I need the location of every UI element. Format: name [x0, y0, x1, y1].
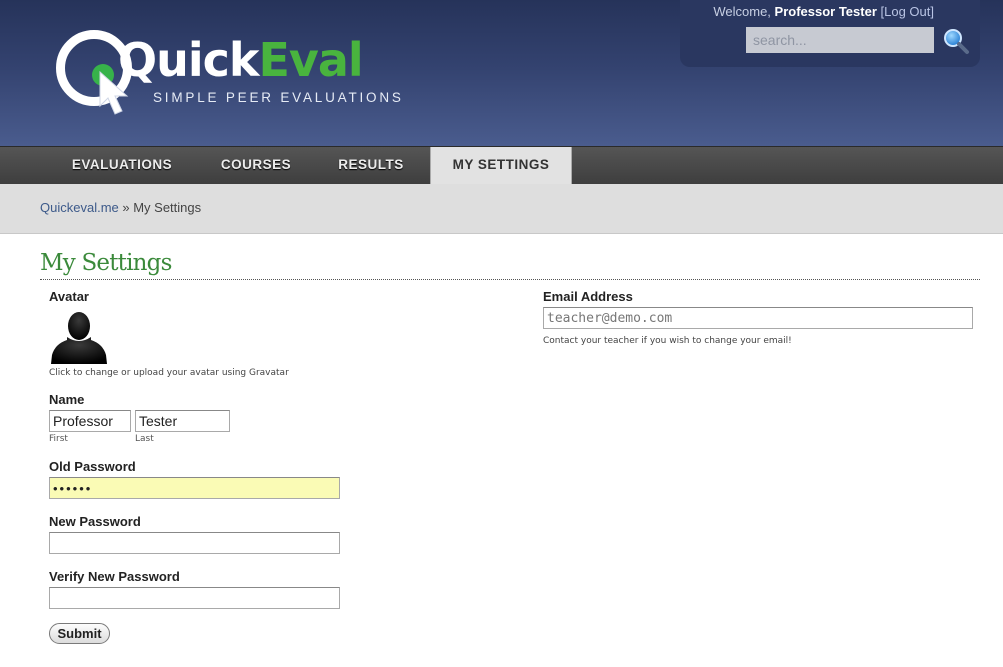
user-panel: Welcome, Professor Tester [Log Out] [680, 0, 980, 67]
welcome-text: Welcome, Professor Tester [Log Out] [713, 4, 934, 19]
last-name-sublabel: Last [135, 434, 154, 444]
avatar-label: Avatar [49, 289, 89, 304]
new-password-field[interactable] [49, 532, 340, 554]
submit-button[interactable]: Submit [49, 623, 110, 644]
email-label: Email Address [543, 289, 633, 304]
page-title: My Settings [40, 250, 172, 276]
welcome-prefix: Welcome, [713, 4, 775, 19]
nav-tab-results[interactable]: RESULTS [326, 147, 416, 185]
email-field[interactable] [543, 307, 973, 329]
user-name: Professor Tester [774, 4, 877, 19]
title-divider [40, 279, 980, 280]
old-password-field[interactable] [49, 477, 340, 499]
nav-tab-courses[interactable]: COURSES [204, 147, 308, 185]
verify-password-label: Verify New Password [49, 569, 180, 584]
avatar[interactable] [51, 309, 107, 364]
search-button[interactable] [942, 27, 970, 55]
breadcrumb-current: My Settings [133, 200, 202, 215]
new-password-label: New Password [49, 514, 141, 529]
breadcrumb: Quickeval.me » My Settings [40, 200, 201, 215]
email-hint: Contact your teacher if you wish to chan… [543, 336, 792, 346]
avatar-hint: Click to change or upload your avatar us… [49, 368, 289, 378]
search-input[interactable] [746, 27, 934, 53]
main-nav: EVALUATIONS COURSES RESULTS MY SETTINGS [0, 146, 1003, 185]
breadcrumb-bar: Quickeval.me » My Settings [0, 184, 1003, 234]
avatar-silhouette-icon [51, 312, 107, 364]
name-label: Name [49, 392, 85, 407]
first-name-sublabel: First [49, 434, 68, 444]
logo-wordmark: QuickEval [118, 33, 364, 87]
verify-password-field[interactable] [49, 587, 340, 609]
nav-tab-evaluations[interactable]: EVALUATIONS [60, 147, 184, 185]
logout-link[interactable]: [Log Out] [881, 4, 934, 19]
site-header: QuickEval SIMPLE PEER EVALUATIONS Welcom… [0, 0, 1003, 146]
old-password-label: Old Password [49, 459, 136, 474]
breadcrumb-home-link[interactable]: Quickeval.me [40, 200, 119, 215]
nav-tab-my-settings[interactable]: MY SETTINGS [430, 147, 572, 185]
breadcrumb-separator: » [118, 200, 134, 215]
last-name-field[interactable] [135, 410, 230, 432]
logo-tagline: SIMPLE PEER EVALUATIONS [153, 90, 404, 105]
logo-word-eval: Eval [258, 33, 363, 87]
logo-word-quick: Quick [118, 33, 259, 87]
quickeval-logo[interactable]: QuickEval SIMPLE PEER EVALUATIONS [56, 28, 401, 116]
magnifier-icon [944, 29, 969, 54]
first-name-field[interactable] [49, 410, 131, 432]
